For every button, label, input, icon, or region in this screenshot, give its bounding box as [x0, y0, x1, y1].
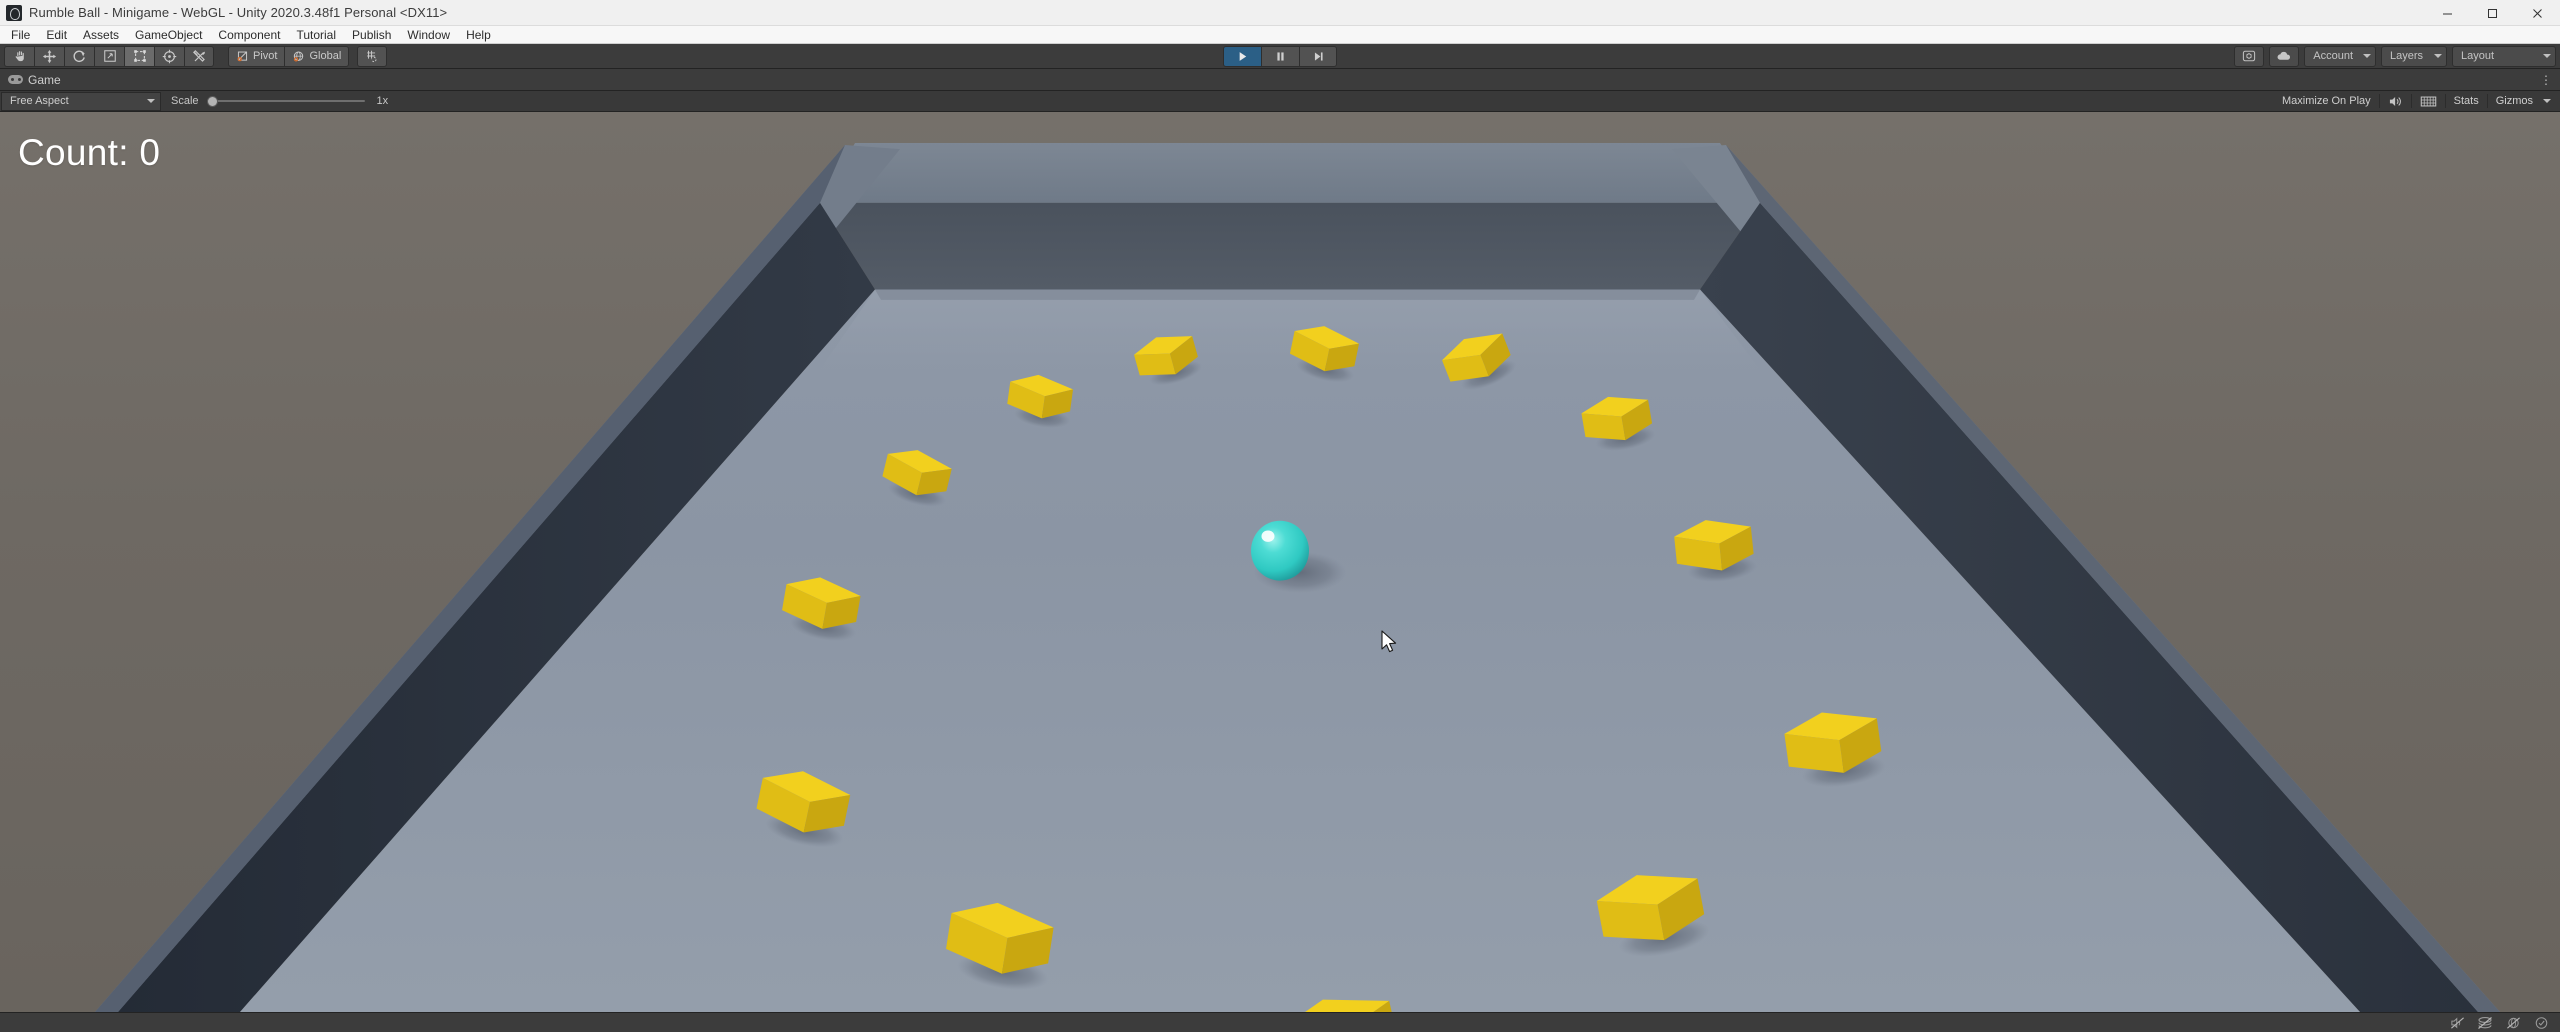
- chevron-down-icon: [2363, 54, 2371, 58]
- menu-bar: File Edit Assets GameObject Component Tu…: [0, 26, 2560, 44]
- toolbar-right-group: Account Layers Layout: [2229, 45, 2556, 67]
- player-ball: [1251, 520, 1309, 581]
- gizmos-button[interactable]: Gizmos: [2488, 92, 2541, 111]
- check-circle-icon[interactable]: [2528, 1014, 2554, 1032]
- play-icon: [1239, 51, 1247, 61]
- layout-label: Layout: [2461, 50, 2495, 62]
- account-dropdown[interactable]: Account: [2304, 45, 2376, 67]
- chevron-down-icon: [2543, 54, 2551, 58]
- rotate-tool-button[interactable]: [64, 45, 94, 67]
- tab-game[interactable]: Game: [0, 68, 73, 90]
- rotate-icon: [73, 50, 85, 62]
- window-title: Rumble Ball - Minigame - WebGL - Unity 2…: [29, 5, 448, 20]
- chevron-down-icon: [2543, 99, 2551, 103]
- game-scene: [95, 142, 2500, 1012]
- menu-edit[interactable]: Edit: [38, 26, 75, 44]
- menu-tutorial[interactable]: Tutorial: [288, 26, 344, 44]
- mute-audio-button[interactable]: [2380, 92, 2411, 111]
- hand-tool-button[interactable]: [4, 45, 34, 67]
- gizmos-dropdown-arrow[interactable]: [2541, 92, 2558, 111]
- layers-dropdown[interactable]: Layers: [2381, 45, 2447, 67]
- pivot-label: Pivot: [253, 50, 278, 62]
- collab-icon: [2243, 50, 2256, 62]
- pivot-toggle-button[interactable]: Pivot: [228, 45, 285, 67]
- scale-slider-knob[interactable]: [206, 95, 218, 107]
- status-bar: [0, 1012, 2560, 1032]
- menu-help[interactable]: Help: [458, 26, 499, 44]
- tab-game-label: Game: [28, 72, 61, 87]
- maximize-on-play-button[interactable]: Maximize On Play: [2274, 92, 2379, 111]
- scale-label: Scale: [171, 95, 199, 107]
- menu-assets[interactable]: Assets: [75, 26, 127, 44]
- game-toolbar-right: Maximize On Play Stats Gizmos: [2274, 92, 2558, 111]
- pause-icon: [1277, 51, 1284, 61]
- transform-tools-group: [4, 45, 214, 67]
- maximize-button[interactable]: [2470, 0, 2515, 26]
- rect-transform-icon: [133, 50, 146, 62]
- menu-publish[interactable]: Publish: [344, 26, 399, 44]
- game-viewport[interactable]: Count: 0: [0, 112, 2560, 1012]
- move-arrows-icon: [42, 49, 57, 63]
- move-tool-button[interactable]: [34, 45, 64, 67]
- game-view-toolbar: Free Aspect Scale 1x Maximize On Play St…: [0, 91, 2560, 112]
- dock-tab-strip: Game ⋮: [0, 68, 2560, 91]
- menu-component[interactable]: Component: [210, 26, 288, 44]
- layers-label: Layers: [2390, 50, 2424, 62]
- scale-value: 1x: [376, 95, 389, 107]
- play-controls-group: [1223, 45, 1337, 67]
- pause-button[interactable]: [1261, 45, 1299, 67]
- menu-gameobject[interactable]: GameObject: [127, 26, 210, 44]
- menu-window[interactable]: Window: [399, 26, 458, 44]
- no-audio-icon[interactable]: [2444, 1014, 2470, 1032]
- chevron-down-icon: [2434, 54, 2442, 58]
- pivot-global-group: Pivot Global: [228, 45, 350, 67]
- gamepad-icon: [8, 75, 23, 84]
- scale-control: Scale 1x: [171, 94, 388, 108]
- global-label: Global: [309, 50, 342, 62]
- unity-editor-window: Rumble Ball - Minigame - WebGL - Unity 2…: [0, 0, 2560, 1032]
- tab-overflow-menu[interactable]: ⋮: [2540, 70, 2560, 90]
- frame-capture-icon: [2420, 96, 2436, 106]
- unity-icon: [6, 4, 22, 21]
- menu-file[interactable]: File: [3, 26, 38, 44]
- player-specular: [1261, 530, 1275, 542]
- title-bar: Rumble Ball - Minigame - WebGL - Unity 2…: [0, 0, 2560, 26]
- move-rotate-scale-icon: [162, 49, 177, 63]
- step-icon: [1314, 51, 1323, 61]
- scale-slider-track: [206, 100, 365, 102]
- tools-wrench-icon: [192, 49, 205, 62]
- scale-tool-button[interactable]: [94, 45, 124, 67]
- custom-tool-button[interactable]: [184, 45, 214, 67]
- scale-slider[interactable]: [206, 94, 365, 108]
- no-gizmo-icon[interactable]: [2500, 1014, 2526, 1032]
- cloud-button[interactable]: [2269, 45, 2300, 67]
- grid-snap-button[interactable]: [357, 45, 388, 67]
- aspect-ratio-label: Free Aspect: [10, 95, 69, 107]
- speaker-icon: [2389, 96, 2401, 106]
- step-button[interactable]: [1299, 45, 1337, 67]
- aspect-ratio-dropdown[interactable]: Free Aspect: [1, 91, 161, 111]
- hand-icon: [14, 50, 24, 62]
- collab-button[interactable]: [2234, 45, 2265, 67]
- transform-tool-button[interactable]: [154, 45, 184, 67]
- main-toolbar: Pivot Global Account Layers Layout: [0, 44, 2560, 69]
- frame-capture-button[interactable]: [2412, 92, 2445, 111]
- pivot-icon: [237, 51, 248, 61]
- stats-button[interactable]: Stats: [2446, 92, 2487, 111]
- minimize-button[interactable]: [2425, 0, 2470, 26]
- play-button[interactable]: [1223, 45, 1261, 67]
- account-label: Account: [2313, 50, 2353, 62]
- chevron-down-icon: [147, 99, 155, 103]
- close-button[interactable]: [2515, 0, 2560, 26]
- cloud-icon: [2277, 51, 2291, 60]
- global-toggle-button[interactable]: Global: [284, 45, 350, 67]
- layers-stack-icon[interactable]: [2472, 1014, 2498, 1032]
- globe-icon: [294, 50, 304, 61]
- count-hud-text: Count: 0: [18, 132, 161, 173]
- scale-icon: [103, 50, 116, 62]
- layout-dropdown[interactable]: Layout: [2452, 45, 2556, 67]
- rect-tool-button[interactable]: [124, 45, 154, 67]
- window-controls: [2425, 0, 2560, 26]
- grid-snap-icon: [367, 50, 377, 63]
